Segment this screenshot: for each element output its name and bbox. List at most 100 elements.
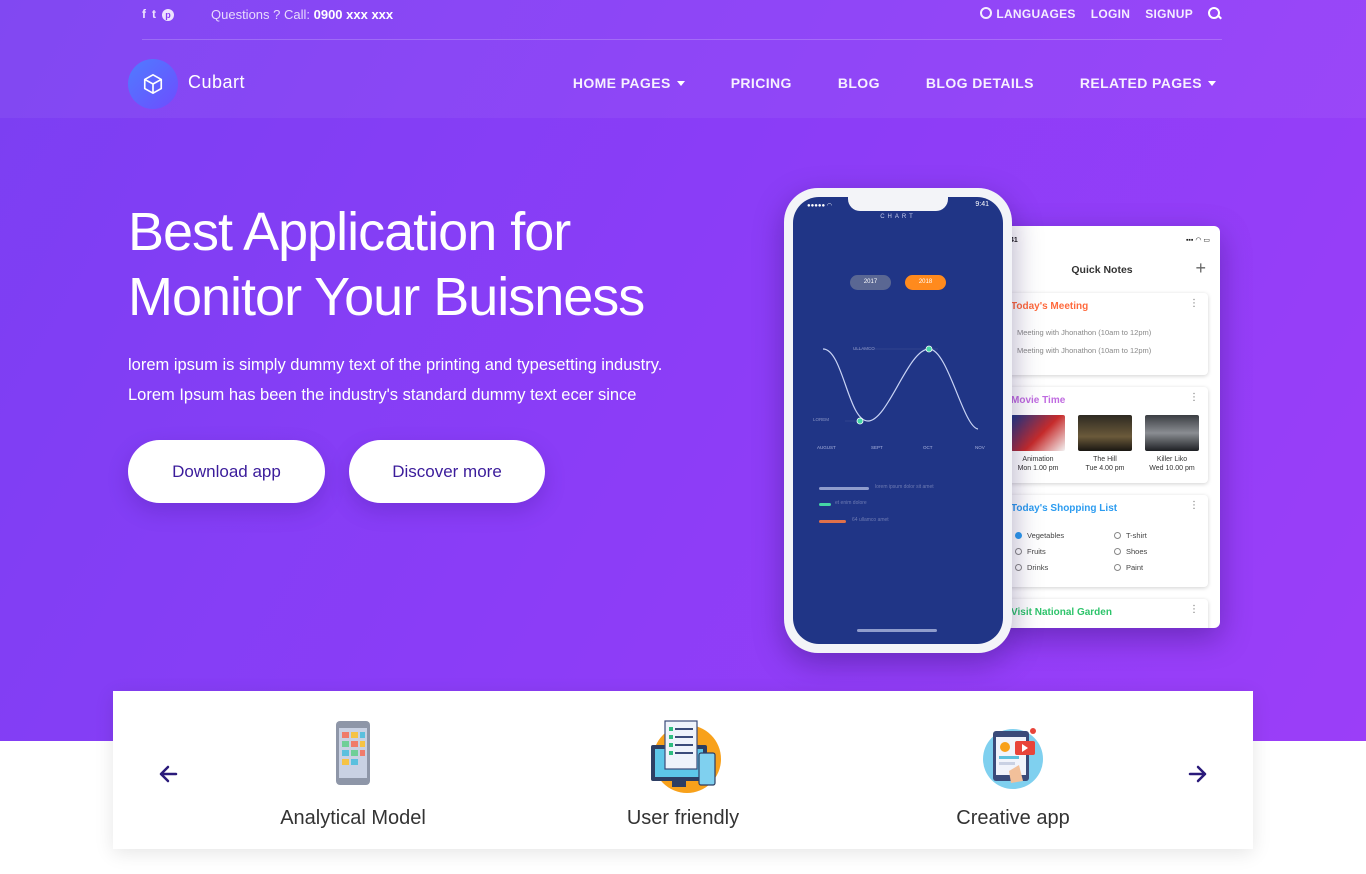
desc-line: lorem ipsum is simply dummy text of the … — [128, 356, 663, 374]
hero-section: f t p Questions ? Call: 0900 xxx xxx LAN… — [0, 0, 1366, 741]
nav-blog[interactable]: BLOG — [838, 75, 880, 91]
chart-label: LOREM — [813, 417, 830, 422]
mobile-app-icon — [313, 719, 393, 799]
more-icon: ⋮ — [1189, 392, 1199, 403]
discover-more-button[interactable]: Discover more — [349, 440, 545, 503]
feature-label: Analytical Model — [280, 807, 426, 829]
caret-down-icon — [676, 81, 685, 86]
checked-icon — [1015, 532, 1022, 539]
brand-name[interactable]: Cubart — [188, 72, 245, 93]
top-bar: f t p Questions ? Call: 0900 xxx xxx LAN… — [142, 0, 1222, 40]
phone-notch — [848, 197, 948, 211]
signal-icon: ●●●●● ◠ — [807, 203, 833, 209]
radio-icon — [1114, 532, 1121, 539]
feature-item[interactable]: Creative app — [893, 719, 1133, 830]
month-label: NOV — [975, 445, 985, 450]
download-app-button[interactable]: Download app — [128, 440, 325, 503]
features-carousel: Analytical Model User friendly Creative … — [113, 691, 1253, 849]
month-label: OCT — [923, 445, 933, 450]
movie-item: Killer Liko Wed 10.00 pm — [1145, 415, 1199, 473]
login-link[interactable]: LOGIN — [1091, 7, 1131, 21]
movie-title: Movie Time — [1011, 395, 1066, 406]
wave-line — [822, 348, 979, 430]
brand-logo[interactable] — [128, 59, 178, 109]
search-icon[interactable] — [1208, 7, 1222, 21]
legend-bar — [819, 487, 869, 490]
movie-poster — [1011, 415, 1065, 451]
garden-title: Visit National Garden — [1011, 607, 1112, 618]
feature-label: Creative app — [956, 807, 1070, 829]
desc-line: Lorem Ipsum has been the industry's stan… — [128, 386, 637, 404]
chart-label: ULLAMCO — [853, 346, 875, 351]
contact-number[interactable]: 0900 xxx xxx — [314, 7, 394, 22]
meeting-item: Meeting with Jhonathon (10am to 12pm) — [1017, 346, 1152, 355]
signup-link[interactable]: SIGNUP — [1145, 7, 1193, 21]
nav-blog-details[interactable]: BLOG DETAILS — [926, 75, 1034, 91]
shopping-label: Drinks — [1027, 563, 1049, 572]
pinterest-icon[interactable]: p — [162, 9, 174, 21]
shopping-item: Shoes — [1114, 547, 1147, 556]
hero-description: lorem ipsum is simply dummy text of the … — [128, 350, 748, 410]
radio-icon — [1114, 564, 1121, 571]
chart-point — [856, 417, 864, 425]
twitter-icon[interactable]: t — [152, 7, 156, 21]
radio-icon — [1114, 548, 1121, 555]
movie-name: The Hill — [1093, 456, 1117, 463]
legend-text: 64 ullamco amet — [852, 517, 889, 523]
legend-text: lorem ipsum dolor sit amet — [875, 484, 934, 490]
shopping-title: Today's Shopping List — [1011, 503, 1118, 514]
radio-icon — [1015, 548, 1022, 555]
movie-time: Tue 4.00 pm — [1085, 465, 1125, 472]
phone-mockup: ●●●●● ◠ 9:41 CHART 2017 2018 ULLAMCO LOR… — [784, 188, 1012, 653]
arrow-right-icon[interactable] — [1187, 763, 1209, 785]
feature-item[interactable]: Analytical Model — [233, 719, 473, 830]
more-icon: ⋮ — [1189, 298, 1199, 309]
contact-phone: Questions ? Call: 0900 xxx xxx — [211, 7, 393, 22]
nav-pricing[interactable]: PRICING — [731, 75, 792, 91]
add-note-icon: + — [1195, 258, 1206, 278]
year-toggle-active: 2018 — [905, 275, 946, 290]
arrow-left-icon[interactable] — [157, 763, 179, 785]
shopping-label: Vegetables — [1027, 531, 1065, 540]
shopping-label: Paint — [1126, 563, 1144, 572]
movie-time: Wed 10.00 pm — [1149, 465, 1195, 472]
shopping-item: T-shirt — [1114, 531, 1147, 540]
meeting-item: Meeting with Jhonathon (10am to 12pm) — [1017, 328, 1152, 337]
more-icon: ⋮ — [1189, 500, 1199, 511]
shopping-item: Vegetables — [1015, 531, 1064, 540]
languages-link[interactable]: LANGUAGES — [980, 7, 1075, 21]
nav-home-pages[interactable]: HOME PAGES — [573, 75, 685, 91]
movie-name: Animation — [1022, 456, 1054, 463]
garden-card: Visit National Garden ⋮ — [1008, 599, 1208, 628]
month-label: AUGUST — [817, 445, 836, 450]
main-nav: HOME PAGES PRICING BLOG BLOG DETAILS REL… — [573, 75, 1216, 91]
headline-line: Best Application for — [128, 202, 571, 262]
shopping-item: Fruits — [1015, 547, 1046, 556]
phone-screen: ●●●●● ◠ 9:41 CHART 2017 2018 ULLAMCO LOR… — [793, 197, 1003, 644]
top-links: LANGUAGES LOGIN SIGNUP — [980, 7, 1222, 21]
social-links: f t p — [142, 7, 174, 21]
meeting-card: Today's Meeting ⋮ Meeting with Jhonathon… — [1008, 293, 1208, 375]
headline-line: Monitor Your Buisness — [128, 267, 645, 327]
legend-text: et enim dolore — [835, 500, 867, 506]
legend-bar — [819, 520, 846, 523]
quick-notes-mockup: 41 ▪▪▪ ◠ ▭ Quick Notes + Today's Meeting… — [1002, 226, 1220, 628]
home-indicator — [857, 629, 937, 632]
facebook-icon[interactable]: f — [142, 7, 146, 21]
languages-label: LANGUAGES — [996, 7, 1076, 21]
cube-icon — [143, 74, 163, 94]
movie-card: Movie Time ⋮ Animation Mon 1.00 pm The H… — [1008, 387, 1208, 483]
radio-icon — [1015, 564, 1022, 571]
status-icons: ▪▪▪ ◠ ▭ — [1185, 237, 1210, 244]
nav-related-pages[interactable]: RELATED PAGES — [1080, 75, 1216, 91]
nav-label: HOME PAGES — [572, 75, 671, 91]
globe-icon — [980, 7, 993, 19]
shopping-item: Drinks — [1015, 563, 1048, 572]
movie-poster — [1145, 415, 1199, 451]
shopping-item: Paint — [1114, 563, 1143, 572]
feature-item[interactable]: User friendly — [563, 719, 803, 830]
movie-poster — [1078, 415, 1132, 451]
caret-down-icon — [1208, 81, 1216, 86]
status-time: 9:41 — [975, 201, 989, 208]
month-label: SEPT — [871, 445, 883, 450]
